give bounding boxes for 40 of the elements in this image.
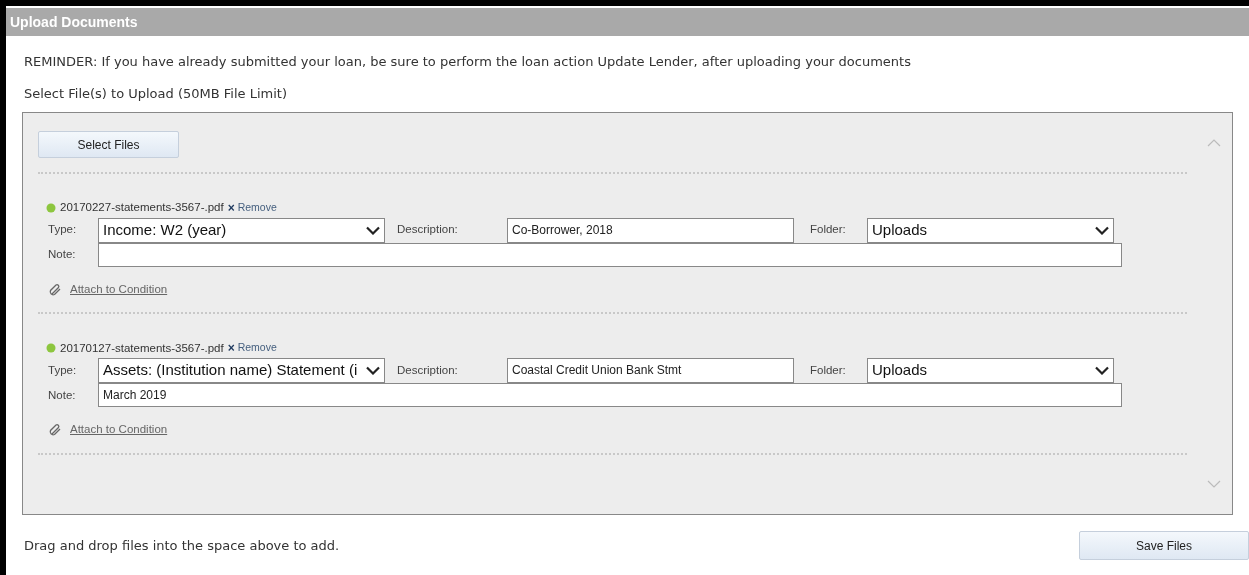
type-dropdown[interactable]: Income: W2 (year) — [98, 217, 385, 243]
hint-text: Drag and drop files into the space above to add. — [24, 536, 340, 555]
remove-link[interactable]: Remove — [237, 340, 277, 357]
note-label: Note: — [47, 247, 77, 263]
reminder-text: REMINDER: If you have already submitted your loan, be sure to perform the loan action Update Lender, after uploading your documents — [23, 53, 912, 71]
attach-to-condition-link[interactable]: Attach to Condition — [70, 281, 168, 299]
type-label: Type: — [47, 222, 78, 238]
remove-link[interactable]: Remove — [237, 200, 277, 216]
select-files-button[interactable]: Select Files — [38, 131, 179, 158]
chevron-down-icon — [1095, 225, 1109, 235]
description-label: Description: — [396, 222, 459, 238]
section-label: Select File(s) to Upload (50MB File Limit) — [23, 84, 288, 103]
folder-dropdown[interactable]: Uploads — [867, 217, 1114, 243]
chevron-down-icon — [1095, 365, 1109, 375]
folder-dropdown[interactable]: Uploads — [867, 357, 1114, 383]
file-name: 20170127-statements-3567-.pdf — [60, 340, 224, 356]
scroll-down-icon[interactable] — [1206, 480, 1221, 488]
file-name: 20170227-statements-3567-.pdf — [60, 200, 224, 216]
status-dot-icon — [46, 203, 56, 213]
window-title: Upload Documents — [10, 12, 138, 32]
type-label: Type: — [47, 362, 78, 378]
chevron-down-icon — [366, 225, 380, 235]
remove-icon[interactable]: × — [227, 199, 235, 217]
paperclip-icon — [48, 282, 62, 297]
scroll-up-icon[interactable] — [1206, 139, 1221, 147]
paperclip-icon — [48, 422, 62, 437]
type-dropdown[interactable]: Assets: (Institution name) Statement (i — [98, 357, 385, 383]
note-field[interactable] — [98, 243, 1122, 267]
chevron-down-icon — [366, 365, 380, 375]
remove-icon[interactable]: × — [227, 339, 235, 358]
description-label: Description: — [396, 362, 459, 378]
folder-label: Folder: — [809, 362, 847, 378]
save-files-button[interactable]: Save Files — [1079, 531, 1249, 560]
attach-to-condition-link[interactable]: Attach to Condition — [70, 421, 168, 439]
folder-label: Folder: — [809, 222, 847, 238]
status-dot-icon — [46, 343, 56, 354]
description-field[interactable]: Coastal Credit Union Bank Stmt — [507, 357, 794, 383]
note-label: Note: — [47, 387, 77, 403]
note-field[interactable]: March 2019 — [98, 383, 1122, 408]
description-field[interactable]: Co-Borrower, 2018 — [507, 217, 794, 243]
